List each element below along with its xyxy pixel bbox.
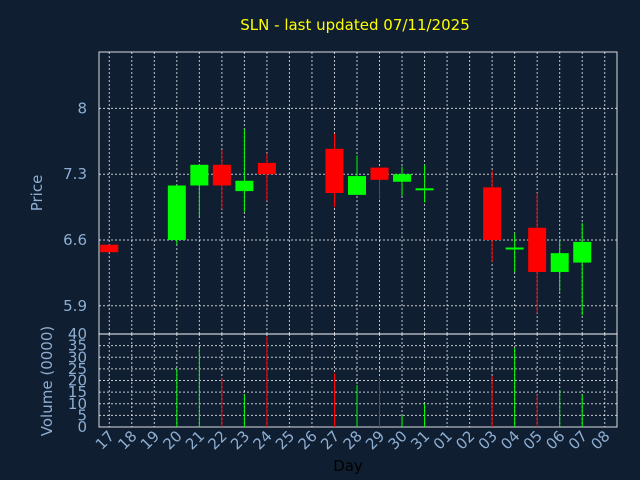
candle-24 (257, 153, 276, 201)
price-y-axis-label: Price (28, 175, 46, 212)
price-y-tick-label: 6.6 (63, 231, 87, 249)
candle-body (100, 244, 119, 253)
candle-body (393, 174, 412, 182)
candle-body (550, 253, 569, 272)
price-y-tick-label: 8 (77, 99, 87, 117)
candle-body (257, 162, 276, 175)
candle-27 (325, 133, 344, 208)
candle-body (505, 247, 524, 250)
x-ticks: 1718192021222324252627282930310102030405… (92, 427, 614, 453)
candle-31 (415, 164, 434, 203)
price-y-ticks: 5.9 6.6 7.3 8 (63, 99, 87, 314)
candle-07 (573, 223, 592, 316)
x-axis-label: Day (333, 457, 363, 475)
candle-04 (505, 233, 524, 272)
candle-body (528, 227, 547, 272)
volume-bars (176, 336, 583, 427)
volume-y-ticks: 0510152025303540 (68, 325, 87, 436)
candle-20 (167, 185, 186, 245)
candle-28 (348, 155, 366, 195)
price-panel: 5.9 6.6 7.3 8 Price (28, 51, 618, 335)
candle-body (483, 187, 502, 240)
candle-21 (190, 164, 209, 217)
candle-body (212, 164, 231, 186)
candle-03 (483, 170, 502, 262)
candle-body (190, 164, 209, 186)
candle-body (348, 176, 366, 195)
price-y-tick-label: 7.3 (63, 165, 87, 183)
candle-body (325, 148, 344, 193)
price-y-tick-label: 5.9 (63, 297, 87, 315)
stock-chart: SLN - last updated 07/11/2025 5.9 6.6 7.3 8… (28, 16, 618, 475)
candle-29 (370, 167, 389, 200)
candle-body (235, 180, 254, 192)
candle-05 (528, 193, 547, 314)
candles (100, 129, 592, 316)
candle-body (370, 167, 389, 180)
candle-body (415, 188, 434, 191)
candle-22 (212, 149, 231, 209)
candle-30 (393, 166, 412, 196)
candle-06 (550, 240, 569, 292)
candle-body (167, 185, 186, 240)
candle-17 (100, 244, 119, 253)
volume-panel: 0510152025303540 Volume (0000) (38, 325, 618, 436)
x-tick-label: 08 (587, 427, 613, 453)
candle-23 (235, 129, 254, 212)
volume-y-axis-label: Volume (0000) (38, 326, 56, 436)
chart-title: SLN - last updated 07/11/2025 (240, 16, 469, 34)
volume-y-tick-label: 40 (68, 325, 87, 343)
candle-body (573, 241, 592, 263)
